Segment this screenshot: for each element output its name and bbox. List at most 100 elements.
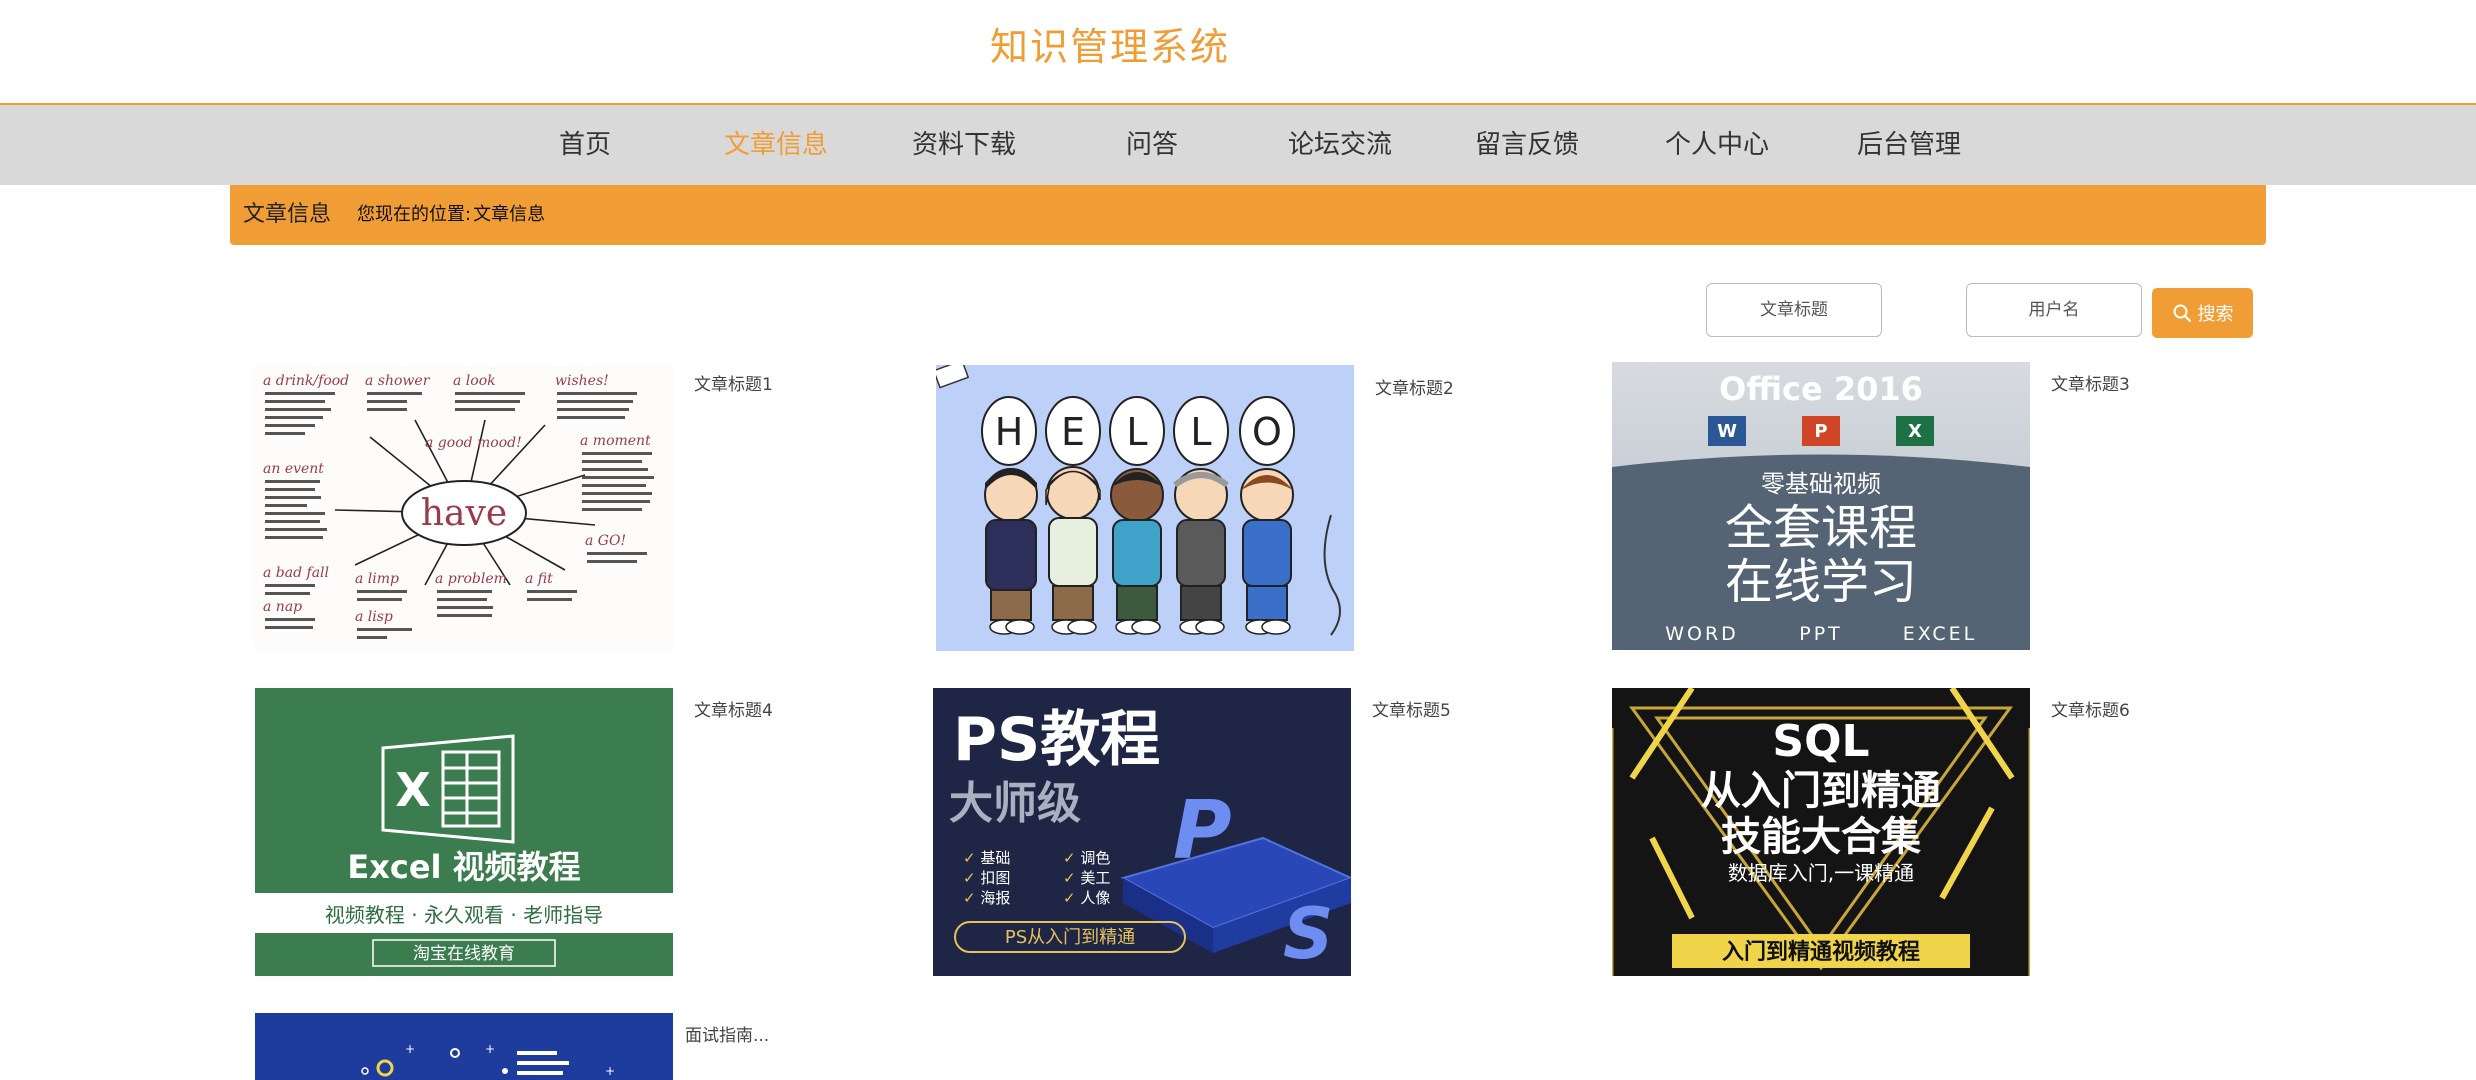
search-button-label: 搜索 (2197, 304, 2234, 325)
svg-text:a look: a look (453, 373, 496, 389)
svg-text:✓ 基础: ✓ 基础 (963, 849, 1010, 867)
article-card[interactable]: + + + 面试指南... (255, 1013, 815, 1080)
search-button[interactable]: 搜索 (2152, 288, 2253, 338)
svg-text:✓ 调色: ✓ 调色 (1063, 849, 1110, 867)
sql-course-image: SQL 从入门到精通 技能大合集 数据库入门,一课精通 入门到精通视频教程 (1612, 688, 2030, 976)
article-card[interactable]: SQL 从入门到精通 技能大合集 数据库入门,一课精通 入门到精通视频教程 文章… (1612, 688, 2172, 978)
breadcrumb-bar: 文章信息 您现在的位置: 文章信息 (230, 185, 2266, 245)
svg-text:+: + (605, 1064, 615, 1078)
svg-text:X: X (1908, 421, 1922, 442)
svg-text:a shower: a shower (365, 373, 431, 389)
svg-text:✓ 美工: ✓ 美工 (1063, 869, 1110, 887)
svg-text:a good mood!: a good mood! (425, 435, 522, 451)
svg-text:a moment: a moment (580, 433, 651, 449)
nav-item-downloads[interactable]: 资料下载 (879, 105, 1049, 185)
svg-text:从入门到精通: 从入门到精通 (1701, 768, 1941, 814)
ps-course-image: PS教程 大师级 P S ✓ 基础 ✓ 调色 ✓ 扣图 ✓ 美工 ✓ 海报 ✓ … (949, 705, 1351, 975)
article-card[interactable]: have a drink/food a shower a look wishes… (255, 365, 815, 655)
svg-text:L: L (1190, 410, 1211, 454)
article-card[interactable]: Office 2016 W P X 零基础视频 全套课程 在线学习 WORD P… (1612, 362, 2172, 652)
svg-text:零基础视频: 零基础视频 (1761, 470, 1881, 498)
nav-item-feedback[interactable]: 留言反馈 (1442, 105, 1612, 185)
nav-item-profile[interactable]: 个人中心 (1632, 105, 1802, 185)
svg-text:PS从入门到精通: PS从入门到精通 (1005, 927, 1135, 948)
svg-text:a bad fall: a bad fall (263, 565, 329, 581)
article-card[interactable]: H E L L O 文章标题2 (936, 365, 1496, 655)
svg-text:a nap: a nap (263, 599, 302, 615)
svg-text:在线学习: 在线学习 (1725, 554, 1917, 610)
svg-text:a GO!: a GO! (585, 533, 626, 549)
svg-text:H: H (995, 410, 1024, 454)
article-thumbnail[interactable]: SQL 从入门到精通 技能大合集 数据库入门,一课精通 入门到精通视频教程 (1612, 688, 2030, 976)
article-thumbnail[interactable]: have a drink/food a shower a look wishes… (255, 365, 673, 653)
article-title[interactable]: 文章标题1 (694, 370, 773, 395)
article-title[interactable]: 文章标题6 (2051, 696, 2130, 721)
nav-item-home[interactable]: 首页 (500, 105, 670, 185)
article-card[interactable]: PS教程 大师级 P S ✓ 基础 ✓ 调色 ✓ 扣图 ✓ 美工 ✓ 海报 ✓ … (933, 688, 1493, 978)
nav-item-admin[interactable]: 后台管理 (1824, 105, 1994, 185)
svg-text:X: X (395, 763, 430, 817)
svg-text:S: S (1283, 893, 1333, 975)
breadcrumb-title: 文章信息 (243, 202, 332, 227)
svg-text:+: + (405, 1042, 415, 1056)
svg-text:WORD: WORD (1665, 623, 1739, 645)
svg-text:O: O (1252, 410, 1282, 454)
article-title[interactable]: 面试指南... (685, 1021, 769, 1046)
office-course-image: Office 2016 W P X 零基础视频 全套课程 在线学习 WORD P… (1612, 370, 2030, 650)
svg-text:a fit: a fit (525, 571, 553, 587)
svg-text:L: L (1126, 410, 1147, 454)
svg-text:P: P (1814, 421, 1827, 442)
site-header: 知识管理系统 (0, 0, 2476, 105)
svg-text:PPT: PPT (1799, 623, 1843, 645)
svg-text:入门到精通视频教程: 入门到精通视频教程 (1722, 939, 1920, 965)
article-thumbnail[interactable]: Office 2016 W P X 零基础视频 全套课程 在线学习 WORD P… (1612, 362, 2030, 650)
svg-text:大师级: 大师级 (949, 778, 1081, 829)
article-title[interactable]: 文章标题5 (1372, 696, 1451, 721)
main-nav: 首页 文章信息 资料下载 问答 论坛交流 留言反馈 个人中心 后台管理 (0, 105, 2476, 185)
svg-text:数据库入门,一课精通: 数据库入门,一课精通 (1728, 861, 1914, 885)
svg-text:淘宝在线教育: 淘宝在线教育 (413, 944, 515, 964)
article-title-search-input[interactable] (1706, 283, 1882, 337)
username-search-input[interactable] (1966, 283, 2142, 337)
article-thumbnail[interactable]: H E L L O (936, 365, 1354, 651)
svg-text:E: E (1061, 410, 1085, 454)
nav-item-qa[interactable]: 问答 (1067, 105, 1237, 185)
interview-guide-image: + + + (361, 1042, 615, 1078)
breadcrumb-current[interactable]: 文章信息 (473, 204, 545, 225)
have-mindmap-image: have a drink/food a shower a look wishes… (263, 373, 654, 639)
search-icon (2173, 304, 2191, 323)
svg-text:EXCEL: EXCEL (1903, 623, 1978, 645)
article-card[interactable]: X Excel 视频教程 视频教程 · 永久观看 · 老师指导 淘宝在线教育 文… (255, 688, 815, 978)
svg-text:PS教程: PS教程 (953, 705, 1160, 775)
nav-item-forum[interactable]: 论坛交流 (1255, 105, 1425, 185)
hello-kids-image: H E L L O (936, 365, 1341, 636)
site-title: 知识管理系统 (989, 25, 1230, 69)
svg-text:+: + (485, 1042, 495, 1056)
excel-course-image: X Excel 视频教程 视频教程 · 永久观看 · 老师指导 淘宝在线教育 (255, 734, 673, 976)
svg-text:✓ 人像: ✓ 人像 (1063, 889, 1110, 907)
article-title[interactable]: 文章标题4 (694, 696, 773, 721)
svg-text:a limp: a limp (355, 571, 399, 587)
svg-text:✓ 海报: ✓ 海报 (963, 889, 1010, 907)
svg-text:SQL: SQL (1772, 716, 1869, 767)
article-thumbnail[interactable]: + + + (255, 1013, 673, 1080)
article-thumbnail[interactable]: PS教程 大师级 P S ✓ 基础 ✓ 调色 ✓ 扣图 ✓ 美工 ✓ 海报 ✓ … (933, 688, 1351, 976)
article-title[interactable]: 文章标题3 (2051, 370, 2130, 395)
svg-text:Office 2016: Office 2016 (1719, 370, 1923, 408)
article-title[interactable]: 文章标题2 (1375, 374, 1454, 399)
svg-text:P: P (1173, 784, 1232, 877)
svg-text:W: W (1717, 421, 1737, 442)
have-word: have (421, 493, 507, 534)
svg-text:✓ 扣图: ✓ 扣图 (963, 869, 1010, 887)
nav-item-articles[interactable]: 文章信息 (691, 105, 861, 185)
svg-text:全套课程: 全套课程 (1725, 500, 1917, 556)
breadcrumb-label: 您现在的位置: (357, 204, 472, 225)
article-thumbnail[interactable]: X Excel 视频教程 视频教程 · 永久观看 · 老师指导 淘宝在线教育 (255, 688, 673, 976)
svg-text:a drink/food: a drink/food (263, 373, 349, 389)
svg-text:wishes!: wishes! (555, 373, 609, 389)
breadcrumb: 您现在的位置: 文章信息 (357, 185, 547, 245)
svg-text:an event: an event (263, 461, 324, 477)
svg-text:视频教程 · 永久观看 · 老师指导: 视频教程 · 永久观看 · 老师指导 (325, 903, 603, 927)
svg-text:Excel 视频教程: Excel 视频教程 (347, 848, 580, 886)
svg-text:技能大合集: 技能大合集 (1721, 814, 1921, 860)
